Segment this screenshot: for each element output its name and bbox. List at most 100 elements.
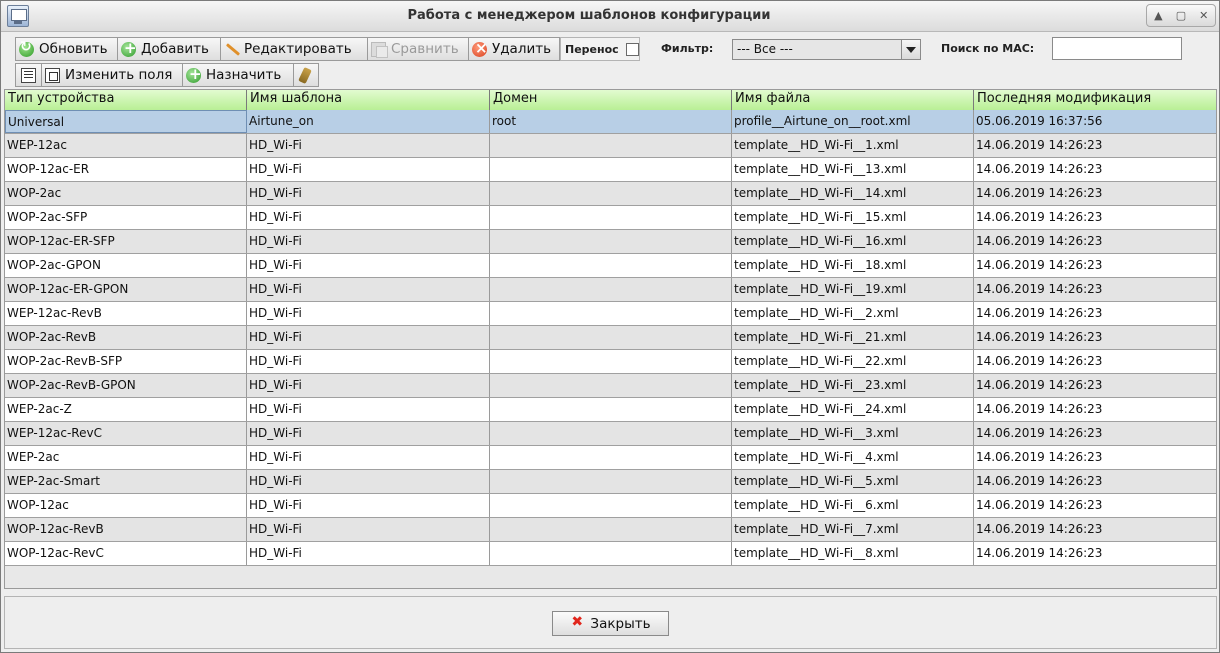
table-cell: WOP-2ac-RevB-SFP bbox=[5, 350, 247, 373]
table-cell: 14.06.2019 14:26:23 bbox=[976, 258, 1103, 272]
table-row[interactable]: WOP-2ac HD_Wi-Fi template__HD_Wi-Fi__14.xm… bbox=[5, 182, 1216, 206]
assign-button[interactable]: Назначить bbox=[182, 63, 294, 87]
table-cell: 14.06.2019 14:26:23 bbox=[976, 522, 1103, 536]
table-row[interactable]: WOP-12ac-ER-GPON HD_Wi-Fi template__HD_Wi-… bbox=[5, 278, 1216, 302]
table-cell: Airtune_on bbox=[247, 110, 490, 133]
window-title: Работа с менеджером шаблонов конфигураци… bbox=[407, 8, 771, 23]
table-cell: HD_Wi-Fi bbox=[247, 518, 490, 541]
table-cell bbox=[490, 542, 732, 565]
table-cell bbox=[490, 470, 732, 493]
table-cell: HD_Wi-Fi bbox=[247, 446, 490, 469]
table-cell: WOP-12ac-RevC bbox=[5, 542, 247, 565]
add-button[interactable]: Добавить bbox=[117, 37, 221, 61]
transfer-checkbox[interactable] bbox=[625, 42, 639, 56]
table-cell: WEP-2ac-Z bbox=[5, 398, 247, 421]
table-cell: WOP-12ac-RevB bbox=[5, 518, 247, 541]
table-cell: HD_Wi-Fi bbox=[247, 398, 490, 421]
title-bar[interactable]: Работа с менеджером шаблонов конфигураци… bbox=[1, 1, 1219, 32]
table-cell: WOP-12ac-ER-GPON bbox=[5, 278, 247, 301]
table-row[interactable]: Universal Airtune_on root profile__Airtune_… bbox=[5, 110, 1216, 134]
edit-label: Редактировать bbox=[244, 41, 352, 57]
table-row[interactable]: WOP-2ac-GPON HD_Wi-Fi template__HD_Wi-Fi__… bbox=[5, 254, 1216, 278]
table-cell: 14.06.2019 14:26:23 bbox=[976, 474, 1103, 488]
table-cell bbox=[490, 302, 732, 325]
chevron-down-icon[interactable] bbox=[901, 40, 920, 59]
table-row[interactable]: WOP-2ac-RevB-SFP HD_Wi-Fi template__HD_Wi-… bbox=[5, 350, 1216, 374]
table-cell: template__HD_Wi-Fi__21.xml bbox=[732, 326, 974, 349]
column-header-template-name[interactable]: Имя шаблона bbox=[247, 90, 490, 110]
column-header-file-name[interactable]: Имя файла bbox=[732, 90, 974, 110]
table-cell bbox=[490, 422, 732, 445]
key-icon bbox=[298, 68, 313, 83]
table-cell: HD_Wi-Fi bbox=[247, 158, 490, 181]
maximize-button[interactable]: ▢ bbox=[1170, 5, 1193, 26]
table-cell: WEP-2ac bbox=[5, 446, 247, 469]
table-row[interactable]: WOP-12ac HD_Wi-Fi template__HD_Wi-Fi__6.xm… bbox=[5, 494, 1216, 518]
table-cell: HD_Wi-Fi bbox=[247, 422, 490, 445]
table-cell: template__HD_Wi-Fi__8.xml bbox=[732, 542, 974, 565]
change-fields-label: Изменить поля bbox=[65, 67, 173, 83]
footer-panel: Закрыть bbox=[4, 596, 1217, 649]
transfer-label: Перенос bbox=[565, 42, 619, 56]
columns-button[interactable] bbox=[15, 63, 42, 87]
compare-button[interactable]: Сравнить bbox=[367, 37, 469, 61]
table-row[interactable]: WEP-12ac HD_Wi-Fi template__HD_Wi-Fi__1.xm… bbox=[5, 134, 1216, 158]
table-row[interactable]: WEP-2ac HD_Wi-Fi template__HD_Wi-Fi__4.xml… bbox=[5, 446, 1216, 470]
column-header-last-modified[interactable]: Последняя модификация bbox=[974, 90, 1216, 110]
table-cell: 14.06.2019 14:26:23 bbox=[976, 330, 1103, 344]
table-cell: HD_Wi-Fi bbox=[247, 206, 490, 229]
edit-button[interactable]: Редактировать bbox=[220, 37, 368, 61]
table-cell: HD_Wi-Fi bbox=[247, 542, 490, 565]
table-cell: WOP-2ac-RevB-GPON bbox=[5, 374, 247, 397]
table-row[interactable]: WEP-2ac-Z HD_Wi-Fi template__HD_Wi-Fi__24.… bbox=[5, 398, 1216, 422]
table-cell: 14.06.2019 14:26:23 bbox=[976, 546, 1103, 560]
change-fields-button[interactable]: Изменить поля bbox=[41, 63, 183, 87]
table-cell: HD_Wi-Fi bbox=[247, 326, 490, 349]
table-row[interactable]: WEP-12ac-RevB HD_Wi-Fi template__HD_Wi-Fi_… bbox=[5, 302, 1216, 326]
transfer-toggle[interactable]: Перенос bbox=[560, 37, 640, 61]
table-cell: template__HD_Wi-Fi__7.xml bbox=[732, 518, 974, 541]
close-window-button[interactable]: ✕ bbox=[1192, 5, 1215, 26]
table-cell: template__HD_Wi-Fi__3.xml bbox=[732, 422, 974, 445]
fields-icon bbox=[45, 67, 60, 83]
delete-button[interactable]: Удалить bbox=[468, 37, 560, 61]
table-cell: template__HD_Wi-Fi__22.xml bbox=[732, 350, 974, 373]
close-button[interactable]: Закрыть bbox=[552, 611, 669, 636]
table-cell bbox=[490, 518, 732, 541]
table-row[interactable]: WOP-2ac-RevB-GPON HD_Wi-Fi template__HD_Wi… bbox=[5, 374, 1216, 398]
table-row[interactable]: WOP-2ac-SFP HD_Wi-Fi template__HD_Wi-Fi__1… bbox=[5, 206, 1216, 230]
table-cell: profile__Airtune_on__root.xml bbox=[732, 110, 974, 133]
key-button[interactable] bbox=[293, 63, 319, 87]
table-cell: template__HD_Wi-Fi__4.xml bbox=[732, 446, 974, 469]
table-row[interactable]: WOP-12ac-ER HD_Wi-Fi template__HD_Wi-Fi__1… bbox=[5, 158, 1216, 182]
table-cell: 05.06.2019 16:37:56 bbox=[976, 114, 1103, 128]
filter-select[interactable]: --- Все --- bbox=[732, 39, 921, 60]
table-cell: template__HD_Wi-Fi__2.xml bbox=[732, 302, 974, 325]
table-row[interactable]: WOP-2ac-RevB HD_Wi-Fi template__HD_Wi-Fi__… bbox=[5, 326, 1216, 350]
table-cell bbox=[490, 374, 732, 397]
table-cell: 14.06.2019 14:26:23 bbox=[976, 282, 1103, 296]
table-cell bbox=[490, 350, 732, 373]
table-cell: 14.06.2019 14:26:23 bbox=[976, 162, 1103, 176]
table-cell: template__HD_Wi-Fi__14.xml bbox=[732, 182, 974, 205]
table-row[interactable]: WEP-12ac-RevC HD_Wi-Fi template__HD_Wi-Fi_… bbox=[5, 422, 1216, 446]
table-row[interactable]: WOP-12ac-RevC HD_Wi-Fi template__HD_Wi-Fi_… bbox=[5, 542, 1216, 566]
table-cell: Universal bbox=[5, 110, 247, 133]
toolbar: Обновить Добавить Редактировать Сравнить… bbox=[6, 33, 1216, 87]
refresh-button[interactable]: Обновить bbox=[15, 37, 118, 61]
table-row[interactable]: WOP-12ac-ER-SFP HD_Wi-Fi template__HD_Wi-F… bbox=[5, 230, 1216, 254]
template-manager-window: Работа с менеджером шаблонов конфигураци… bbox=[0, 0, 1220, 653]
table-cell: template__HD_Wi-Fi__6.xml bbox=[732, 494, 974, 517]
minimize-button[interactable]: ▲ bbox=[1147, 5, 1170, 26]
table-cell: HD_Wi-Fi bbox=[247, 134, 490, 157]
table-cell bbox=[490, 278, 732, 301]
table-cell: 14.06.2019 14:26:23 bbox=[976, 210, 1103, 224]
mac-search-input[interactable] bbox=[1052, 37, 1182, 60]
table-row[interactable]: WOP-12ac-RevB HD_Wi-Fi template__HD_Wi-Fi_… bbox=[5, 518, 1216, 542]
table-row[interactable]: WEP-2ac-Smart HD_Wi-Fi template__HD_Wi-Fi_… bbox=[5, 470, 1216, 494]
table-cell: WEP-12ac bbox=[5, 134, 247, 157]
column-header-device-type[interactable]: Тип устройства bbox=[5, 90, 247, 110]
column-header-domain[interactable]: Домен bbox=[490, 90, 732, 110]
table-cell: 14.06.2019 14:26:23 bbox=[976, 450, 1103, 464]
add-icon bbox=[121, 39, 137, 57]
